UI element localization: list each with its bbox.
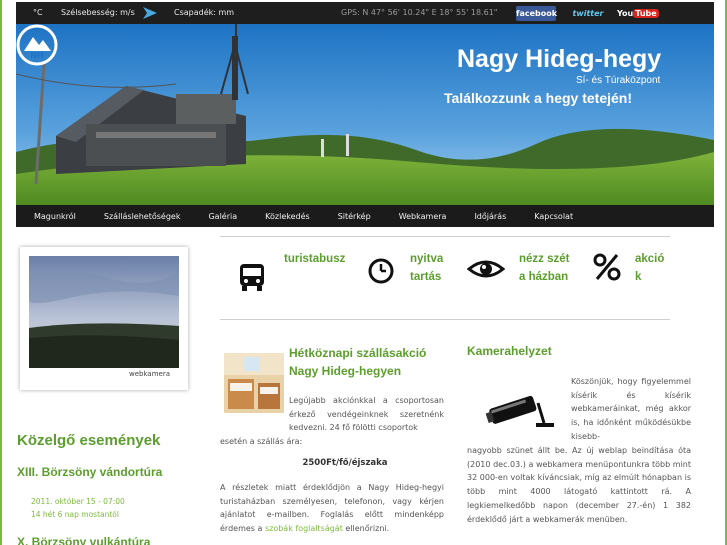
percent-icon[interactable] [592,252,622,282]
facebook-link[interactable]: facebook [516,6,558,21]
event-countdown: 14 hét 6 nap mostantól [31,510,119,519]
nav-item-siterkep[interactable]: Sitérkép [330,212,379,221]
room-availability-link[interactable]: szobák foglaltságát [265,524,343,533]
feature-label-line: tartás [410,271,442,283]
feature-nyitva-tartas[interactable]: nyitva tartás [410,250,443,286]
divider [220,236,670,237]
feature-turistabusz[interactable]: turistabusz [284,250,345,268]
eye-icon[interactable] [467,258,505,280]
event-date: 2011. október 15 - 07:00 [31,497,125,506]
feature-nezz-szet[interactable]: nézz szét a házban [519,250,570,286]
logo-monogram: NH [30,51,43,60]
feature-label-line: nyitva [410,253,444,265]
camera-status-heading: Kamerahelyzet [467,344,552,358]
bus-icon[interactable] [238,262,266,292]
webcam-image[interactable] [29,256,179,368]
nav-item-kapcsolat[interactable]: Kapcsolat [526,212,581,221]
site-slogan: Találkozzunk a hegy tetején! [444,90,633,106]
youtube-label-tube: Tube [633,9,659,18]
header-banner: NH Nagy Hideg-hegy Sí- és Túraközpont Ta… [16,24,714,205]
page: °C Szélsebesség: m/s Csapadék: mm GPS: N… [0,0,727,545]
feature-label-line: a házban [519,271,569,283]
nav-item-kozlekedes[interactable]: Közlekedés [257,212,318,221]
wind-direction-icon [143,7,157,19]
feature-label-line: turistabusz [284,253,346,265]
twitter-link[interactable]: twitter [568,6,608,21]
camera-text: Köszönjük, hogy figyelemmel kísérik és k… [571,377,691,441]
promo-text: Legújabb akciónkkal a csoportosan érkező… [289,396,444,433]
promo-title-link[interactable]: Hétköznapi szállásakció Nagy Hideg-hegye… [289,344,459,380]
weather-bar: °C Szélsebesség: m/s Csapadék: mm GPS: N… [16,2,714,24]
nav-item-webkamera[interactable]: Webkamera [391,212,455,221]
youtube-link[interactable]: You Tube [617,6,659,21]
promo-room-image[interactable] [224,353,284,413]
nav-item-magunkrol[interactable]: Magunkról [26,212,84,221]
events-heading: Közelgő események [17,432,161,449]
precipitation-readout: Csapadék: mm [174,8,235,17]
feature-akciok[interactable]: akció k [635,250,664,286]
facebook-label: facebook [516,9,558,18]
promo-details-text: A részletek miatt érdeklődjön a Nagy Hid… [220,481,444,536]
event-title-link[interactable]: XIII. Börzsöny vándortúra [17,465,162,479]
promo-details-text-end: ellenőrizni. [342,524,390,534]
site-title: Nagy Hideg-hegy [457,45,662,73]
promo-text: esetén a szállás ára: [220,437,303,446]
site-subtitle: Sí- és Túraközpont [576,75,661,86]
security-camera-icon [486,395,554,427]
clock-icon[interactable] [367,257,395,285]
webcam-caption: webkamera [129,370,170,378]
event-title-link[interactable]: X. Börzsöny vulkántúra [17,535,150,545]
wind-speed-readout: Szélsebesség: m/s [61,8,135,17]
webcam-widget[interactable]: webkamera [20,247,188,390]
feature-label-line: k [635,271,642,283]
nav-item-szallaslehetosegek[interactable]: Szálláslehetőségek [96,212,189,221]
logo-icon: NH [16,24,58,66]
twitter-label: twitter [572,9,604,18]
main-nav: Magunkról Szálláslehetőségek Galéria Köz… [16,205,714,227]
feature-label-line: nézz szét [519,253,570,265]
gps-coordinates: GPS: N 47° 56' 10.24" E 18° 55' 18.61" [341,8,498,17]
nav-item-galeria[interactable]: Galéria [200,212,245,221]
temperature-readout: °C [33,8,43,17]
nav-item-idojaras[interactable]: Időjárás [466,212,514,221]
divider [220,319,670,320]
youtube-label-you: You [617,9,634,18]
camera-text: nagyobb szünet állt be. Az új weblap bei… [467,446,691,524]
promo-price: 2500Ft/fő/éjszaka [302,458,388,468]
feature-label-line: akció [635,253,665,265]
